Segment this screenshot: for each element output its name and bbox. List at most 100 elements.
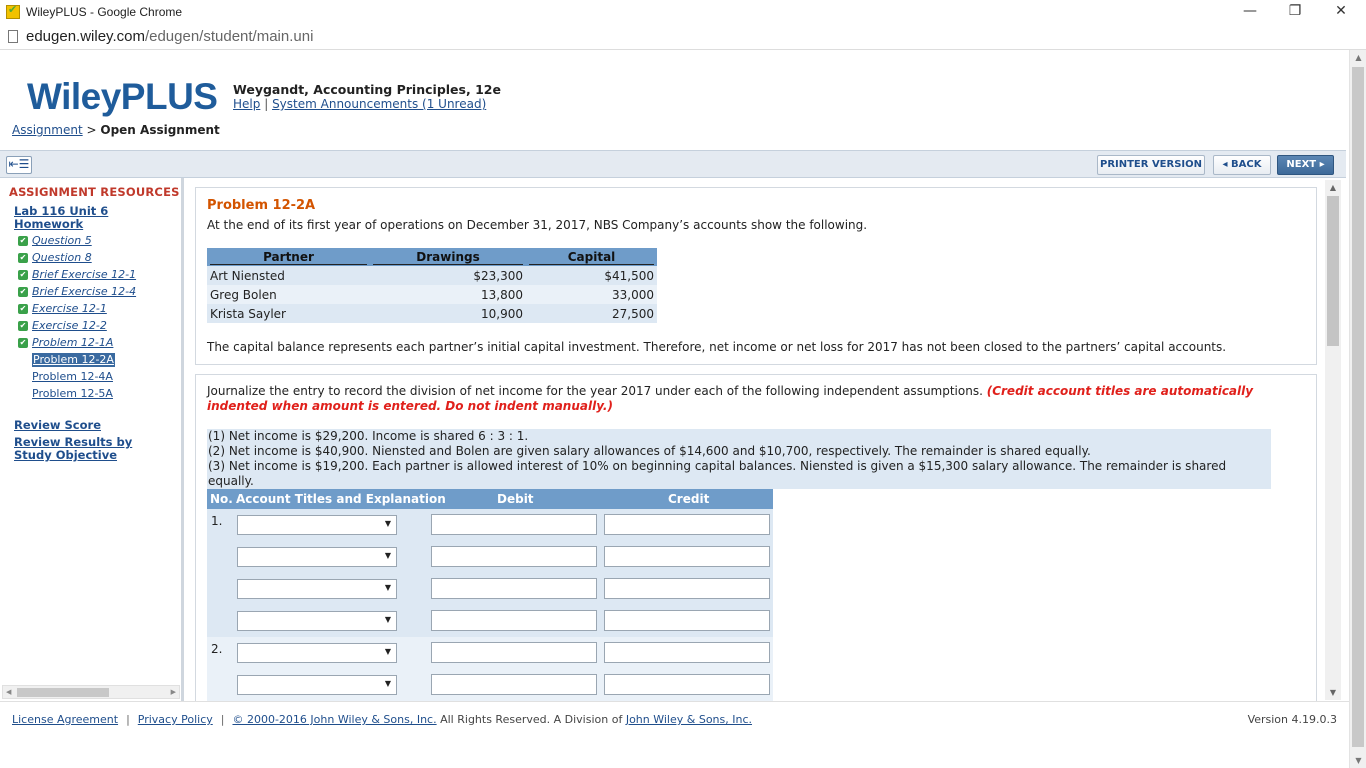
homework-link-line2[interactable]: Homework: [14, 217, 83, 231]
sidebar-item-exercise-12-2[interactable]: ✔ Exercise 12-2: [18, 319, 107, 333]
debit-input[interactable]: [431, 514, 597, 535]
homework-link[interactable]: Lab 116 Unit 6 Homework: [14, 205, 108, 231]
partner-drawings: 13,800: [370, 285, 526, 304]
sidebar-item-label[interactable]: Question 5: [32, 234, 92, 248]
sidebar-item-label[interactable]: Exercise 12-2: [32, 319, 107, 333]
assignment-resources-sidebar: ASSIGNMENT RESOURCES Lab 116 Unit 6 Home…: [0, 178, 184, 701]
restore-button[interactable]: ❐: [1272, 0, 1318, 24]
review-results-link[interactable]: Review Results by Study Objective: [14, 436, 132, 462]
credit-input[interactable]: [604, 610, 770, 631]
sidebar-horizontal-scrollbar[interactable]: ◀ ▶: [2, 685, 180, 699]
entry-number: 1.: [211, 514, 223, 528]
credit-input[interactable]: [604, 546, 770, 567]
course-title: Weygandt, Accounting Principles, 12e: [233, 82, 501, 97]
url-text[interactable]: edugen.wiley.com/edugen/student/main.uni: [26, 28, 313, 45]
completed-check-icon: ✔: [18, 304, 28, 314]
content-scroll-up-icon[interactable]: ▲: [1325, 183, 1341, 192]
scroll-down-arrow-icon[interactable]: ▼: [1350, 753, 1366, 768]
url-host: edugen.wiley.com: [26, 28, 145, 45]
account-title-select[interactable]: [237, 643, 397, 663]
instructions-text: Journalize the entry to record the divis…: [207, 384, 987, 398]
journal-header-account: Account Titles and Explanation: [236, 492, 446, 506]
journal-panel: Journalize the entry to record the divis…: [195, 374, 1317, 704]
account-title-select[interactable]: [237, 611, 397, 631]
completed-check-icon: ✔: [18, 287, 28, 297]
journal-entry-table: No. Account Titles and Explanation Debit…: [207, 489, 773, 709]
privacy-policy-link[interactable]: Privacy Policy: [138, 713, 213, 726]
review-score-label[interactable]: Review Score: [14, 418, 101, 432]
partner-drawings: 10,900: [370, 304, 526, 323]
account-title-select[interactable]: [237, 547, 397, 567]
scroll-right-arrow-icon[interactable]: ▶: [171, 686, 176, 699]
john-wiley-link[interactable]: John Wiley & Sons, Inc.: [626, 713, 752, 726]
sidebar-item-problem-12-5a[interactable]: Problem 12-5A: [32, 387, 113, 401]
sidebar-item-label[interactable]: Question 8: [32, 251, 92, 265]
problem-intro: At the end of its first year of operatio…: [207, 218, 868, 232]
sidebar-item-label[interactable]: Problem 12-2A: [32, 353, 115, 367]
content-scrollbar[interactable]: ▲ ▼: [1325, 180, 1341, 700]
partner-accounts-table: Partner Drawings Capital Art Niensted $2…: [207, 248, 657, 323]
content-scroll-thumb[interactable]: [1327, 196, 1339, 346]
help-link[interactable]: Help: [233, 97, 260, 111]
review-results-line1[interactable]: Review Results by: [14, 435, 132, 449]
window-title: WileyPLUS - Google Chrome: [26, 5, 183, 19]
printer-version-button[interactable]: PRINTER VERSION: [1097, 155, 1205, 175]
scroll-left-arrow-icon[interactable]: ◀: [6, 686, 11, 699]
license-agreement-link[interactable]: License Agreement: [12, 713, 118, 726]
review-score-link[interactable]: Review Score: [14, 419, 101, 432]
partner-name: Greg Bolen: [207, 285, 370, 304]
footer-separator: |: [126, 713, 130, 726]
account-title-select[interactable]: [237, 515, 397, 535]
account-title-select[interactable]: [237, 675, 397, 695]
next-button[interactable]: NEXT ▸: [1277, 155, 1334, 175]
debit-input[interactable]: [431, 642, 597, 663]
system-announcements-link[interactable]: System Announcements (1 Unread): [272, 97, 486, 111]
credit-input[interactable]: [604, 578, 770, 599]
assignment-toolbar: ⇤☰ PRINTER VERSION ◂ BACK NEXT ▸: [0, 150, 1346, 178]
wileyplus-logo[interactable]: WileyPLUS: [27, 76, 218, 118]
review-results-line2[interactable]: Study Objective: [14, 448, 117, 462]
account-title-select[interactable]: [237, 579, 397, 599]
credit-input[interactable]: [604, 674, 770, 695]
credit-input[interactable]: [604, 642, 770, 663]
debit-input[interactable]: [431, 674, 597, 695]
debit-input[interactable]: [431, 610, 597, 631]
journal-header-no: No.: [210, 492, 233, 506]
scroll-up-arrow-icon[interactable]: ▲: [1350, 50, 1366, 65]
sidebar-item-brief-exercise-12-1[interactable]: ✔ Brief Exercise 12-1: [18, 268, 136, 282]
copyright-link[interactable]: © 2000-2016 John Wiley & Sons, Inc.: [232, 713, 436, 726]
sidebar-item-problem-12-4a[interactable]: Problem 12-4A: [32, 370, 113, 384]
page-icon: [8, 30, 18, 43]
breadcrumb-assignment-link[interactable]: Assignment: [12, 123, 83, 137]
header-links: Help | System Announcements (1 Unread): [233, 97, 486, 111]
partner-capital: 27,500: [526, 304, 657, 323]
sidebar-item-problem-12-1a[interactable]: ✔ Problem 12-1A: [18, 336, 113, 350]
address-bar[interactable]: edugen.wiley.com/edugen/student/main.uni: [0, 24, 1366, 50]
homework-link-line1[interactable]: Lab 116 Unit 6: [14, 204, 108, 218]
toggle-sidebar-icon[interactable]: ⇤☰: [6, 156, 32, 174]
debit-input[interactable]: [431, 546, 597, 567]
sidebar-item-label[interactable]: Brief Exercise 12-4: [32, 285, 136, 299]
credit-input[interactable]: [604, 514, 770, 535]
window-scrollbar[interactable]: ▲ ▼: [1349, 50, 1366, 768]
sidebar-item-label[interactable]: Problem 12-4A: [32, 370, 113, 384]
sidebar-scroll-thumb[interactable]: [17, 688, 109, 697]
completed-check-icon: ✔: [18, 236, 28, 246]
close-button[interactable]: ✕: [1318, 0, 1364, 24]
table-header-capital: Capital: [526, 248, 657, 266]
content-scroll-down-icon[interactable]: ▼: [1325, 688, 1341, 697]
sidebar-item-brief-exercise-12-4[interactable]: ✔ Brief Exercise 12-4: [18, 285, 136, 299]
sidebar-item-question-5[interactable]: ✔ Question 5: [18, 234, 92, 248]
sidebar-item-label[interactable]: Brief Exercise 12-1: [32, 268, 136, 282]
sidebar-item-label[interactable]: Exercise 12-1: [32, 302, 107, 316]
back-button[interactable]: ◂ BACK: [1213, 155, 1271, 175]
sidebar-item-label[interactable]: Problem 12-1A: [32, 336, 113, 350]
assumption-2: (2) Net income is $40,900. Niensted and …: [208, 444, 1091, 458]
sidebar-item-problem-12-2a[interactable]: Problem 12-2A: [32, 353, 115, 367]
sidebar-item-label[interactable]: Problem 12-5A: [32, 387, 113, 401]
window-scroll-thumb[interactable]: [1352, 67, 1364, 747]
debit-input[interactable]: [431, 578, 597, 599]
minimize-button[interactable]: —: [1227, 0, 1273, 24]
sidebar-item-exercise-12-1[interactable]: ✔ Exercise 12-1: [18, 302, 107, 316]
sidebar-item-question-8[interactable]: ✔ Question 8: [18, 251, 92, 265]
